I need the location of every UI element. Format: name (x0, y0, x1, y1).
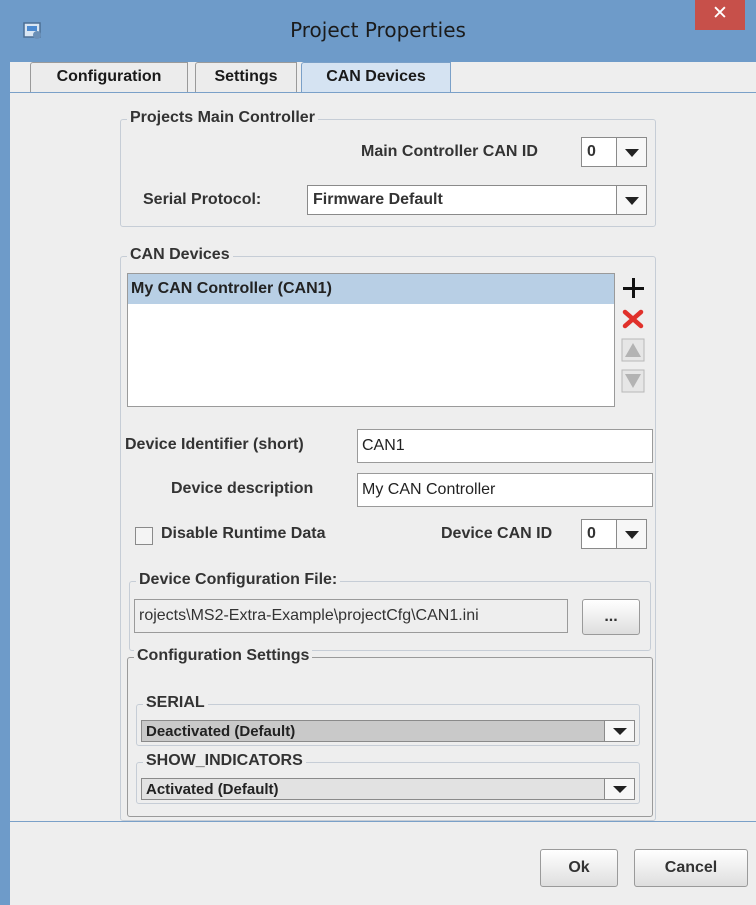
chevron-down-icon[interactable] (604, 779, 634, 799)
remove-icon[interactable] (621, 307, 645, 331)
tab-can-devices[interactable]: CAN Devices (301, 62, 451, 93)
setting-show-indicators-group: SHOW_INDICATORS Activated (Default) (136, 752, 640, 804)
arrow-down-icon[interactable] (621, 369, 645, 393)
config-file-group-title: Device Configuration File: (136, 571, 341, 589)
serial-protocol-label: Serial Protocol: (143, 191, 262, 208)
config-file-path-field[interactable]: rojects\MS2-Extra-Example\projectCfg\CAN… (134, 599, 568, 633)
device-can-id-value: 0 (587, 525, 596, 542)
tab-bar: Configuration Settings CAN Devices (10, 62, 756, 93)
device-can-id-label: Device CAN ID (441, 525, 553, 542)
title-bar[interactable]: Project Properties ✕ (0, 0, 756, 62)
main-controller-can-id-value: 0 (587, 143, 596, 160)
chevron-down-icon[interactable] (616, 138, 646, 166)
device-identifier-input[interactable]: CAN1 (357, 429, 653, 463)
main-controller-group-title: Projects Main Controller (127, 109, 318, 127)
can-devices-group: CAN Devices My CAN Controller (CAN1) Dev… (120, 246, 656, 821)
setting-show-indicators-value: Activated (Default) (146, 781, 279, 798)
can-devices-group-title: CAN Devices (127, 246, 233, 264)
close-button[interactable]: ✕ (695, 0, 745, 30)
setting-serial-name: SERIAL (143, 694, 208, 712)
config-settings-group: Configuration Settings SERIAL Deactivate… (127, 647, 653, 817)
serial-protocol-select[interactable]: Firmware Default (307, 185, 647, 215)
config-file-group: Device Configuration File: rojects\MS2-E… (129, 571, 651, 651)
dialog-button-bar: Ok Cancel (10, 823, 756, 905)
arrow-up-icon[interactable] (621, 338, 645, 362)
chevron-down-icon[interactable] (616, 520, 646, 548)
tab-panel-can-devices: Projects Main Controller Main Controller… (10, 92, 756, 822)
device-can-id-select[interactable]: 0 (581, 519, 647, 549)
chevron-down-icon[interactable] (616, 186, 646, 214)
tab-configuration[interactable]: Configuration (30, 62, 188, 92)
main-controller-group: Projects Main Controller Main Controller… (120, 109, 656, 227)
config-settings-group-title: Configuration Settings (134, 647, 313, 665)
ok-button[interactable]: Ok (540, 849, 618, 887)
main-controller-can-id-select[interactable]: 0 (581, 137, 647, 167)
serial-protocol-value: Firmware Default (313, 191, 443, 208)
dialog-client-area: Configuration Settings CAN Devices Proje… (10, 62, 756, 905)
setting-serial-select[interactable]: Deactivated (Default) (141, 720, 635, 742)
device-identifier-label: Device Identifier (short) (125, 436, 304, 453)
setting-serial-value: Deactivated (Default) (146, 723, 296, 740)
chevron-down-icon[interactable] (604, 721, 634, 741)
can-devices-list[interactable]: My CAN Controller (CAN1) (127, 273, 615, 407)
browse-button[interactable]: ... (582, 599, 640, 635)
setting-serial-group: SERIAL Deactivated (Default) (136, 694, 640, 746)
setting-show-indicators-name: SHOW_INDICATORS (143, 752, 306, 770)
disable-runtime-label: Disable Runtime Data (161, 525, 326, 542)
device-description-label: Device description (171, 480, 314, 497)
add-icon[interactable] (621, 276, 645, 300)
dialog-window: Project Properties ✕ Configuration Setti… (0, 0, 756, 905)
window-title: Project Properties (290, 18, 466, 42)
disable-runtime-checkbox[interactable] (135, 527, 153, 545)
tab-settings[interactable]: Settings (195, 62, 297, 92)
cancel-button[interactable]: Cancel (634, 849, 748, 887)
setting-show-indicators-select[interactable]: Activated (Default) (141, 778, 635, 800)
list-item[interactable]: My CAN Controller (CAN1) (128, 274, 614, 304)
main-controller-can-id-label: Main Controller CAN ID (361, 143, 538, 160)
device-description-input[interactable]: My CAN Controller (357, 473, 653, 507)
